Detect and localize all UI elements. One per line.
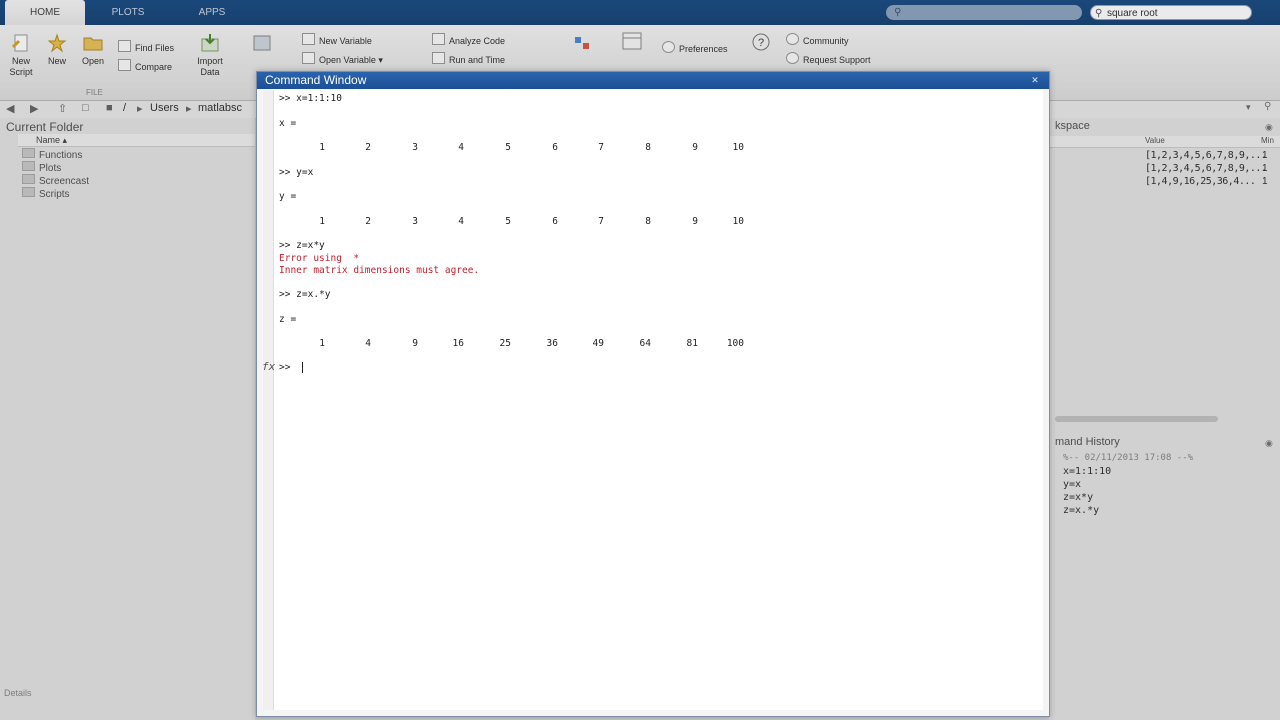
z-value: 1 bbox=[319, 338, 325, 349]
text-cursor bbox=[302, 362, 303, 373]
z-value: 49 bbox=[592, 338, 604, 349]
output-var-label: x = bbox=[279, 118, 297, 129]
x-value: 2 bbox=[365, 142, 371, 153]
y-value: 3 bbox=[412, 216, 418, 227]
command-line: >> z=x.*y bbox=[279, 289, 331, 300]
command-window-title: Command Window bbox=[265, 73, 367, 87]
error-message: Inner matrix dimensions must agree. bbox=[279, 265, 480, 276]
z-value: 100 bbox=[726, 338, 744, 349]
x-value: 3 bbox=[412, 142, 418, 153]
output-var-label: y = bbox=[279, 191, 297, 202]
z-value: 25 bbox=[499, 338, 511, 349]
command-line: >> y=x bbox=[279, 167, 314, 178]
y-value: 8 bbox=[645, 216, 651, 227]
command-window-titlebar[interactable]: Command Window ✕ bbox=[257, 72, 1049, 89]
x-value: 8 bbox=[645, 142, 651, 153]
close-icon[interactable]: ✕ bbox=[1029, 75, 1041, 85]
function-browser-icon[interactable]: fx bbox=[262, 360, 275, 373]
x-value: 9 bbox=[692, 142, 698, 153]
y-value: 2 bbox=[365, 216, 371, 227]
y-value: 7 bbox=[598, 216, 604, 227]
y-value: 9 bbox=[692, 216, 698, 227]
output-var-label: z = bbox=[279, 314, 297, 325]
z-value: 81 bbox=[686, 338, 698, 349]
command-line: >> z=x*y bbox=[279, 240, 325, 251]
command-gutter bbox=[263, 90, 274, 710]
x-value: 4 bbox=[458, 142, 464, 153]
command-window: Command Window ✕ >> x=1:1:10 x = 1 2 3 4… bbox=[256, 71, 1050, 717]
error-message[interactable]: Error using * bbox=[279, 253, 365, 264]
y-value: 10 bbox=[732, 216, 744, 227]
y-value: 6 bbox=[552, 216, 558, 227]
z-value: 9 bbox=[412, 338, 418, 349]
x-value: 6 bbox=[552, 142, 558, 153]
y-value: 1 bbox=[319, 216, 325, 227]
command-line: >> x=1:1:10 bbox=[279, 93, 342, 104]
y-value: 4 bbox=[458, 216, 464, 227]
x-value: 10 bbox=[732, 142, 744, 153]
command-window-output[interactable]: >> x=1:1:10 x = 1 2 3 4 5 6 7 8 9 10 >> … bbox=[262, 90, 1043, 710]
x-value: 7 bbox=[598, 142, 604, 153]
z-value: 36 bbox=[546, 338, 558, 349]
z-value: 16 bbox=[452, 338, 464, 349]
command-prompt[interactable]: >> bbox=[279, 362, 296, 373]
x-value: 5 bbox=[505, 142, 511, 153]
z-value: 4 bbox=[365, 338, 371, 349]
z-value: 64 bbox=[639, 338, 651, 349]
x-value: 1 bbox=[319, 142, 325, 153]
y-value: 5 bbox=[505, 216, 511, 227]
